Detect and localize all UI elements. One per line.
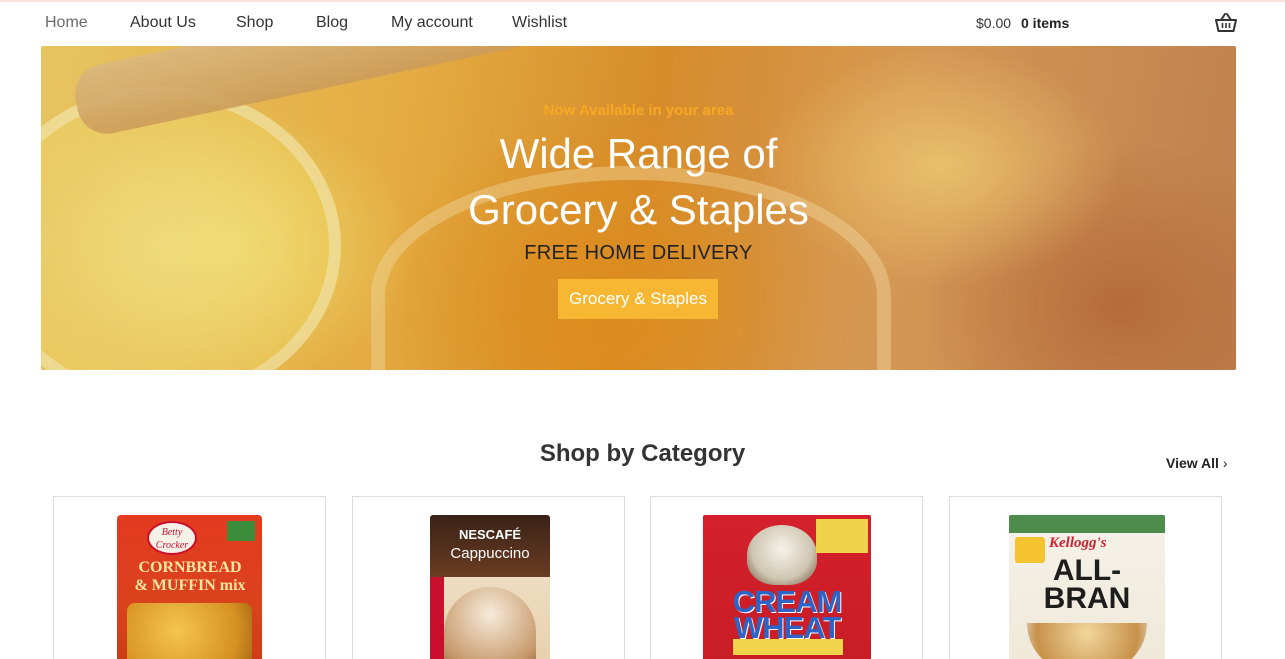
package-stripe	[733, 639, 843, 655]
nav-item-wishlist[interactable]: Wishlist	[512, 14, 567, 32]
cereal-bowl-photo	[1027, 623, 1147, 659]
chef-illustration	[747, 525, 817, 585]
hero-title-line-2: Grocery & Staples	[468, 186, 809, 233]
basket-icon[interactable]	[1215, 13, 1237, 33]
hero-cta-button[interactable]: Grocery & Staples	[558, 279, 718, 319]
package-label: CORNBREAD & MUFFIN mix	[134, 559, 246, 594]
package-label: CREAM WHEAT	[732, 584, 843, 645]
product-image-cornbread: Betty Crocker CORNBREAD & MUFFIN mix	[117, 515, 262, 659]
category-card-all-bran[interactable]: Kellogg's ALL- BRAN	[949, 496, 1222, 659]
package-label: ALL- BRAN	[1043, 554, 1131, 615]
section-title: Shop by Category	[539, 440, 746, 467]
view-all-label: View All	[1166, 455, 1219, 471]
hero-title-line-1: Wide Range of	[499, 130, 778, 177]
nav-item-about-us[interactable]: About Us	[130, 14, 196, 32]
hero-banner: Now Available in your area Wide Range of…	[41, 46, 1236, 370]
chevron-right-icon: ›	[1222, 455, 1228, 471]
main-navigation: Home About Us Shop Blog My account Wishl…	[0, 2, 1285, 46]
betty-crocker-logo: Betty Crocker	[147, 521, 197, 555]
hero-tagline: FREE HOME DELIVERY	[524, 242, 753, 264]
nescafe-logo: NESCAFÉ	[458, 527, 522, 542]
category-card-cappuccino[interactable]: NESCAFÉ Cappuccino	[352, 496, 625, 659]
package-stripe	[430, 577, 444, 659]
package-label: Cappuccino	[450, 545, 530, 562]
kelloggs-logo: Kellogg's	[1049, 535, 1107, 551]
nav-item-home[interactable]: Home	[45, 14, 88, 32]
category-card-cornbread[interactable]: Betty Crocker CORNBREAD & MUFFIN mix	[53, 496, 326, 659]
hero-subtitle: Now Available in your area	[543, 102, 734, 119]
cart-item-count[interactable]: 0 items	[1021, 15, 1069, 31]
category-card-cream-of-wheat[interactable]: CREAM WHEAT	[650, 496, 923, 659]
nav-item-shop[interactable]: Shop	[236, 14, 273, 32]
package-badge	[227, 521, 255, 541]
nav-item-blog[interactable]: Blog	[316, 14, 348, 32]
nav-item-my-account[interactable]: My account	[391, 14, 473, 32]
package-top	[1009, 515, 1165, 533]
cart-amount[interactable]: $0.00	[976, 15, 1011, 31]
cornbread-photo	[127, 603, 252, 659]
cappuccino-cup-photo	[444, 587, 536, 659]
view-all-link[interactable]: View All ›	[1166, 455, 1228, 471]
product-image-all-bran: Kellogg's ALL- BRAN	[1009, 515, 1165, 659]
package-badge	[816, 519, 868, 553]
product-image-cream-of-wheat: CREAM WHEAT	[703, 515, 871, 659]
product-image-cappuccino: NESCAFÉ Cappuccino	[430, 515, 550, 659]
hero-title: Wide Range of Grocery & Staples	[41, 126, 1236, 238]
